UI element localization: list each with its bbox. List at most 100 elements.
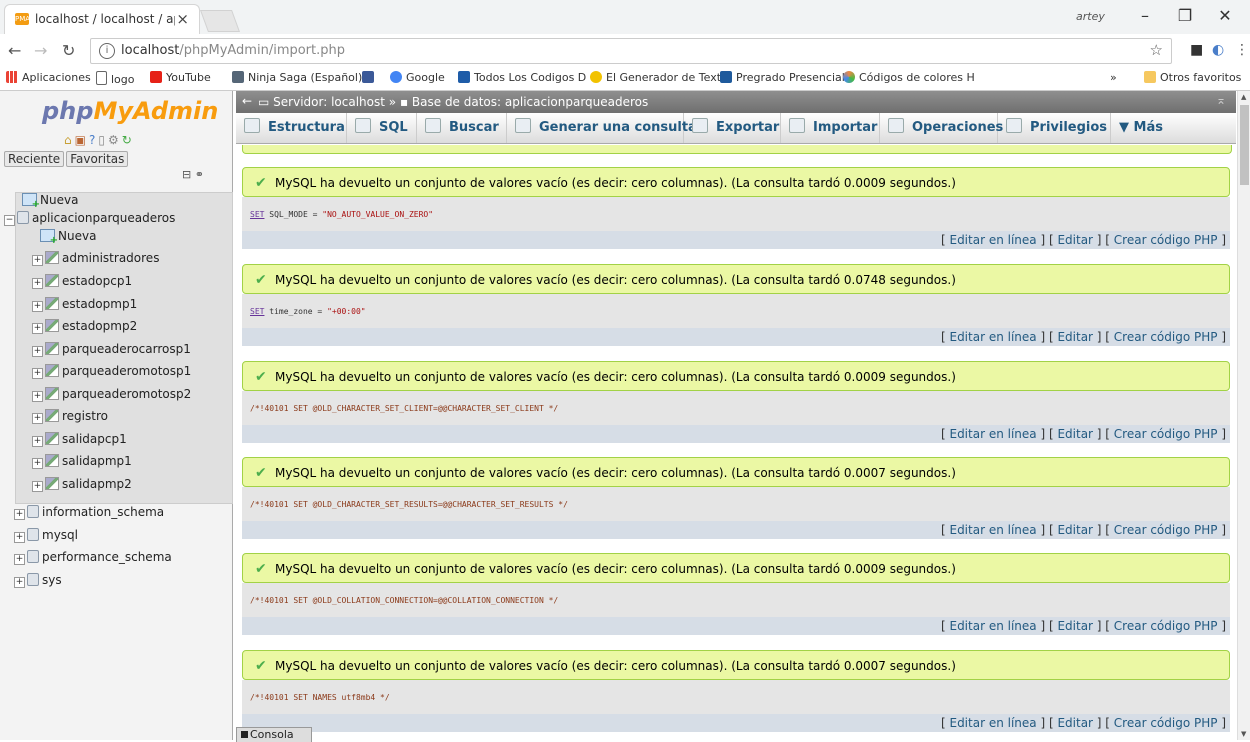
home-icon[interactable]: ⌂: [64, 133, 75, 147]
edit-inline-link[interactable]: Editar en línea: [949, 427, 1036, 441]
back-nav-icon[interactable]: ←: [242, 94, 252, 108]
collapse-icon[interactable]: −: [4, 215, 15, 226]
expand-icon[interactable]: +: [32, 346, 43, 357]
tab-buscar[interactable]: Buscar: [417, 113, 507, 143]
url-text[interactable]: localhost/phpMyAdmin/import.php: [121, 43, 345, 58]
edit-link[interactable]: Editar: [1057, 330, 1093, 344]
breadcrumb-database[interactable]: Base de datos: aplicacionparqueaderos: [412, 95, 648, 109]
tree-item-database[interactable]: + performance_schema: [14, 550, 172, 565]
tree-item-aplicacionparqueaderos[interactable]: − aplicacionparqueaderos: [4, 211, 175, 226]
expand-icon[interactable]: +: [32, 323, 43, 334]
tree-item-table[interactable]: + estadopmp2: [32, 319, 137, 334]
bookmark-facebook[interactable]: [362, 71, 378, 84]
tree-item-table[interactable]: + parqueaderomotosp2: [32, 387, 191, 402]
tab-favorites[interactable]: Favoritas: [66, 151, 129, 167]
edit-inline-link[interactable]: Editar en línea: [949, 716, 1036, 730]
tab-importar[interactable]: Importar: [781, 113, 880, 143]
back-arrow-icon[interactable]: ←: [8, 41, 21, 60]
edit-inline-link[interactable]: Editar en línea: [949, 523, 1036, 537]
expand-icon[interactable]: +: [14, 509, 25, 520]
scroll-down-arrow-icon[interactable]: ▼: [1241, 730, 1246, 738]
edit-inline-link[interactable]: Editar en línea: [949, 330, 1036, 344]
edit-inline-link[interactable]: Editar en línea: [949, 233, 1036, 247]
close-tab-icon[interactable]: ×: [176, 10, 189, 28]
bookmark-star-icon[interactable]: ☆: [1150, 41, 1163, 59]
expand-icon[interactable]: +: [14, 554, 25, 565]
create-php-code-link[interactable]: Crear código PHP: [1114, 427, 1218, 441]
create-php-code-link[interactable]: Crear código PHP: [1114, 716, 1218, 730]
scrollbar-thumb[interactable]: [1240, 105, 1249, 185]
tree-item-table[interactable]: + administradores: [32, 251, 159, 266]
help-icon[interactable]: ?: [89, 133, 98, 147]
collapse-all-icon[interactable]: ⊟ ⚭: [182, 168, 204, 181]
tree-item-new-db[interactable]: Nueva: [22, 193, 78, 210]
expand-icon[interactable]: +: [32, 481, 43, 492]
minimize-icon[interactable]: –: [1130, 6, 1160, 25]
settings-gear-icon[interactable]: ⚙: [108, 133, 122, 147]
address-bar[interactable]: i localhost/phpMyAdmin/import.php ☆: [90, 38, 1172, 64]
edit-link[interactable]: Editar: [1057, 523, 1093, 537]
tab-operaciones[interactable]: Operaciones: [880, 113, 1003, 143]
bookmark-todos-codigos[interactable]: Todos Los Codigos D: [458, 71, 586, 84]
reload-nav-icon[interactable]: ↻: [122, 133, 135, 147]
profile-user[interactable]: artey: [1076, 10, 1105, 23]
tree-item-table[interactable]: + parqueaderomotosp1: [32, 364, 191, 379]
expand-icon[interactable]: +: [32, 255, 43, 266]
expand-icon[interactable]: +: [32, 391, 43, 402]
tree-item-table[interactable]: + parqueaderocarrosp1: [32, 342, 191, 357]
edit-link[interactable]: Editar: [1057, 233, 1093, 247]
expand-icon[interactable]: +: [32, 278, 43, 289]
tree-item-table[interactable]: + registro: [32, 409, 108, 424]
close-window-icon[interactable]: ✕: [1210, 6, 1240, 25]
tab-generar-consulta[interactable]: Generar una consulta: [507, 113, 697, 143]
tab-exportar[interactable]: Exportar: [684, 113, 781, 143]
bookmark-pregrado[interactable]: Pregrado Presencial: [720, 71, 845, 84]
create-php-code-link[interactable]: Crear código PHP: [1114, 330, 1218, 344]
scroll-up-arrow-icon[interactable]: ▲: [1241, 93, 1246, 101]
tab-sql[interactable]: SQL: [347, 113, 417, 143]
bookmarks-more-button[interactable]: »: [1110, 71, 1117, 84]
extension-icon-2[interactable]: ◐: [1212, 42, 1224, 58]
tree-item-table[interactable]: + salidapmp2: [32, 477, 132, 492]
phpmyadmin-logo[interactable]: phpMyAdmin: [42, 97, 218, 125]
tab-mas[interactable]: ▼ Más: [1111, 113, 1177, 143]
tab-recent[interactable]: Reciente: [4, 151, 65, 167]
tree-item-database[interactable]: + information_schema: [14, 505, 164, 520]
reload-icon[interactable]: ↻: [62, 41, 75, 60]
bookmark-google[interactable]: Google: [390, 71, 445, 84]
tree-item-new-table[interactable]: Nueva: [40, 229, 96, 246]
edit-link[interactable]: Editar: [1057, 619, 1093, 633]
page-scrollbar[interactable]: ▲ ▼: [1237, 91, 1250, 740]
tree-item-database[interactable]: + sys: [14, 573, 62, 588]
tab-estructura[interactable]: Estructura: [236, 113, 347, 143]
edit-link[interactable]: Editar: [1057, 716, 1093, 730]
tree-item-table[interactable]: + estadopcp1: [32, 274, 132, 289]
info-icon[interactable]: i: [99, 43, 115, 59]
bookmark-youtube[interactable]: YouTube: [150, 71, 211, 84]
expand-icon[interactable]: +: [14, 577, 25, 588]
scroll-top-icon[interactable]: ⌅: [1216, 93, 1226, 107]
extension-icon[interactable]: ■: [1190, 42, 1203, 58]
edit-link[interactable]: Editar: [1057, 427, 1093, 441]
expand-icon[interactable]: +: [32, 368, 43, 379]
bookmark-generador[interactable]: El Generador de Text: [590, 71, 721, 84]
expand-icon[interactable]: +: [32, 458, 43, 469]
maximize-icon[interactable]: ❐: [1170, 6, 1200, 25]
expand-icon[interactable]: +: [32, 436, 43, 447]
create-php-code-link[interactable]: Crear código PHP: [1114, 619, 1218, 633]
other-bookmarks-folder[interactable]: Otros favoritos: [1144, 71, 1241, 84]
docs-icon[interactable]: ▯: [98, 133, 108, 147]
tree-item-table[interactable]: + salidapmp1: [32, 454, 132, 469]
bookmark-codigos-colores[interactable]: Códigos de colores H: [843, 71, 975, 84]
create-php-code-link[interactable]: Crear código PHP: [1114, 523, 1218, 537]
bookmark-apps[interactable]: Aplicaciones: [6, 71, 91, 84]
tab-privilegios[interactable]: Privilegios: [998, 113, 1111, 143]
expand-icon[interactable]: +: [14, 532, 25, 543]
edit-inline-link[interactable]: Editar en línea: [949, 619, 1036, 633]
browser-tab[interactable]: PMA localhost / localhost / ap ×: [4, 4, 200, 34]
breadcrumb-server[interactable]: Servidor: localhost: [273, 95, 385, 109]
create-php-code-link[interactable]: Crear código PHP: [1114, 233, 1218, 247]
bookmark-logo[interactable]: logo: [96, 71, 135, 86]
tree-item-table[interactable]: + estadopmp1: [32, 297, 137, 312]
new-tab-button[interactable]: [199, 10, 241, 32]
